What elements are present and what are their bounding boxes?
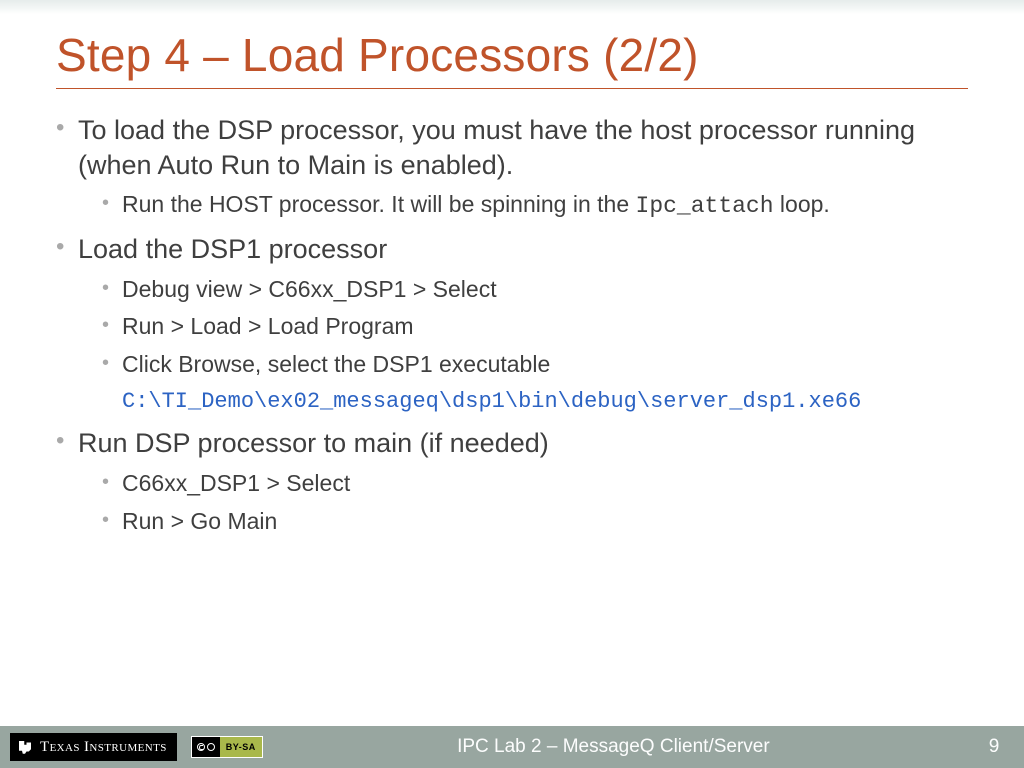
bullet-item: Run DSP processor to main (if needed) C6… xyxy=(56,426,968,536)
sub-text-part: Run the HOST processor. It will be spinn… xyxy=(122,191,636,217)
title-underline xyxy=(56,88,968,89)
sub-text: C66xx_DSP1 > Select xyxy=(122,470,350,496)
ti-logo: Texas Instruments xyxy=(10,733,177,761)
bullet-text: Run DSP processor to main (if needed) xyxy=(78,428,549,458)
sub-text: Run > Load > Load Program xyxy=(122,313,414,339)
sub-item: C66xx_DSP1 > Select xyxy=(102,469,968,499)
sub-list: Debug view > C66xx_DSP1 > Select Run > L… xyxy=(102,275,968,381)
footer-bar: Texas Instruments BY-SA IPC Lab 2 – Mess… xyxy=(0,726,1024,768)
sub-list: Run the HOST processor. It will be spinn… xyxy=(102,190,968,222)
cc-label: BY-SA xyxy=(220,737,262,757)
sub-item: Run the HOST processor. It will be spinn… xyxy=(102,190,968,222)
content-area: To load the DSP processor, you must have… xyxy=(0,93,1024,726)
sub-text: Click Browse, select the DSP1 executable xyxy=(122,351,550,377)
page-number: 9 xyxy=(964,736,1024,758)
sub-text-part: loop. xyxy=(774,191,830,217)
sub-text: Debug view > C66xx_DSP1 > Select xyxy=(122,276,497,302)
slide: Step 4 – Load Processors (2/2) To load t… xyxy=(0,0,1024,768)
cc-circles-icon xyxy=(192,737,220,757)
bullet-list: To load the DSP processor, you must have… xyxy=(56,113,968,537)
sub-item: Run > Go Main xyxy=(102,507,968,537)
sub-item: Debug view > C66xx_DSP1 > Select xyxy=(102,275,968,305)
bullet-item: Load the DSP1 processor Debug view > C66… xyxy=(56,232,968,416)
slide-title: Step 4 – Load Processors (2/2) xyxy=(56,28,968,82)
file-path: C:\TI_Demo\ex02_messageq\dsp1\bin\debug\… xyxy=(122,388,968,416)
footer-title: IPC Lab 2 – MessageQ Client/Server xyxy=(263,736,964,758)
sub-text: Run > Go Main xyxy=(122,508,277,534)
code-inline: Ipc_attach xyxy=(636,193,774,219)
bullet-text: To load the DSP processor, you must have… xyxy=(78,115,915,180)
top-gradient-bar xyxy=(0,0,1024,14)
title-area: Step 4 – Load Processors (2/2) xyxy=(0,14,1024,93)
cc-license-badge: BY-SA xyxy=(191,736,263,758)
sub-item: Click Browse, select the DSP1 executable xyxy=(102,350,968,380)
bullet-text: Load the DSP1 processor xyxy=(78,234,387,264)
ti-logo-text: Texas Instruments xyxy=(40,739,167,756)
ti-chip-icon xyxy=(16,738,34,756)
sub-list: C66xx_DSP1 > Select Run > Go Main xyxy=(102,469,968,537)
bullet-item: To load the DSP processor, you must have… xyxy=(56,113,968,222)
sub-item: Run > Load > Load Program xyxy=(102,312,968,342)
